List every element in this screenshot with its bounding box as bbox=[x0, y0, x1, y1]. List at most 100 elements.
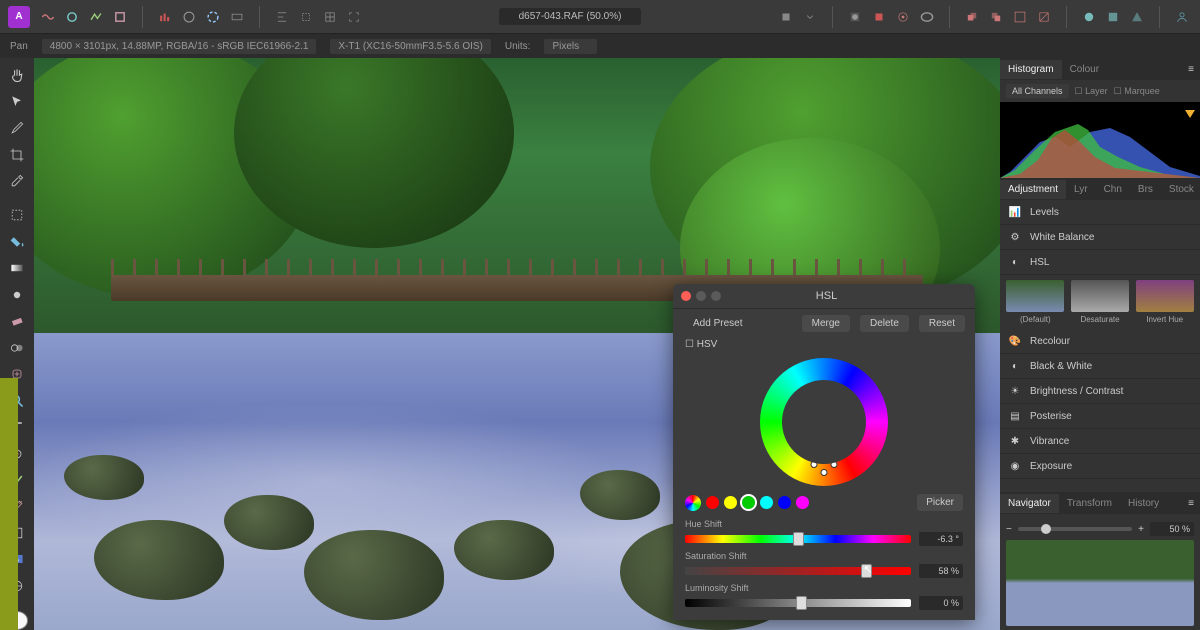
scope-icon[interactable] bbox=[179, 7, 199, 27]
tab-layers[interactable]: Lyr bbox=[1066, 180, 1096, 199]
snap-icon[interactable] bbox=[296, 7, 316, 27]
tab-history[interactable]: History bbox=[1120, 494, 1167, 513]
tab-stock[interactable]: Stock bbox=[1161, 180, 1200, 199]
flood-tool-icon[interactable] bbox=[6, 233, 28, 251]
style2-icon[interactable] bbox=[1103, 7, 1123, 27]
wheel-handle[interactable] bbox=[831, 461, 838, 468]
adjustment-hsl[interactable]: ◐HSL bbox=[1000, 250, 1200, 275]
channels-icon[interactable] bbox=[227, 7, 247, 27]
hsl-icon: ◐ bbox=[1008, 255, 1022, 269]
zoom-slider[interactable] bbox=[1018, 527, 1132, 531]
align-icon[interactable] bbox=[272, 7, 292, 27]
export-persona-icon[interactable] bbox=[110, 7, 130, 27]
dialog-titlebar[interactable]: HSL bbox=[673, 284, 975, 309]
tab-transform[interactable]: Transform bbox=[1059, 494, 1120, 513]
target-icon[interactable] bbox=[893, 7, 913, 27]
swatch-yellow[interactable] bbox=[724, 496, 737, 509]
maximize-icon[interactable] bbox=[711, 291, 721, 301]
delete-button[interactable]: Delete bbox=[860, 315, 909, 332]
tone-persona-icon[interactable] bbox=[86, 7, 106, 27]
panel-menu-icon[interactable]: ≡ bbox=[1182, 64, 1200, 75]
move-front-icon[interactable] bbox=[962, 7, 982, 27]
adjustment-white-balance[interactable]: ⚙White Balance bbox=[1000, 225, 1200, 250]
minimize-icon[interactable] bbox=[696, 291, 706, 301]
adjustment-recolour[interactable]: 🎨Recolour bbox=[1000, 329, 1200, 354]
navigator-thumbnail[interactable] bbox=[1006, 540, 1194, 626]
merge-button[interactable]: Merge bbox=[802, 315, 850, 332]
hue-value[interactable]: -6.3 ° bbox=[919, 532, 963, 546]
tab-colour[interactable]: Colour bbox=[1062, 60, 1107, 79]
grid-icon[interactable] bbox=[320, 7, 340, 27]
preset-desaturate[interactable]: Desaturate bbox=[1070, 280, 1131, 324]
stack-icon[interactable] bbox=[917, 7, 937, 27]
align-tools bbox=[272, 7, 364, 27]
move-tool-icon[interactable] bbox=[6, 92, 28, 110]
saturation-slider[interactable]: ↖ bbox=[685, 567, 911, 575]
develop-persona-icon[interactable] bbox=[38, 7, 58, 27]
marquee-checkbox[interactable]: ☐ Marquee bbox=[1114, 86, 1160, 97]
panel-menu-icon[interactable]: ≡ bbox=[1182, 498, 1200, 509]
swatch-green[interactable] bbox=[742, 496, 755, 509]
wheel-handle[interactable] bbox=[821, 469, 828, 476]
liquify-persona-icon[interactable] bbox=[62, 7, 82, 27]
eraser-tool-icon[interactable] bbox=[6, 312, 28, 330]
units-select[interactable]: Pixels bbox=[544, 39, 597, 54]
gradient-tool-icon[interactable] bbox=[6, 259, 28, 277]
dropdown-icon[interactable] bbox=[800, 7, 820, 27]
tab-histogram[interactable]: Histogram bbox=[1000, 60, 1062, 79]
tab-navigator[interactable]: Navigator bbox=[1000, 494, 1059, 513]
adjustment-levels[interactable]: 📊Levels bbox=[1000, 200, 1200, 225]
tab-adjustment[interactable]: Adjustment bbox=[1000, 180, 1066, 199]
histogram-toggle-icon[interactable] bbox=[155, 7, 175, 27]
hue-slider[interactable] bbox=[685, 535, 911, 543]
brush-tool-icon[interactable] bbox=[6, 119, 28, 137]
swatch-magenta[interactable] bbox=[796, 496, 809, 509]
preset-default[interactable]: (Default) bbox=[1005, 280, 1066, 324]
add-preset-button[interactable]: Add Preset bbox=[683, 315, 752, 332]
marquee-tool-icon[interactable] bbox=[6, 206, 28, 224]
swatch-blue[interactable] bbox=[778, 496, 791, 509]
paint-tool-icon[interactable] bbox=[6, 286, 28, 304]
saturation-value[interactable]: 58 % bbox=[919, 564, 963, 578]
adjustment-bw[interactable]: ◐Black & White bbox=[1000, 354, 1200, 379]
style3-icon[interactable] bbox=[1127, 7, 1147, 27]
move-last-icon[interactable] bbox=[1034, 7, 1054, 27]
style1-icon[interactable] bbox=[1079, 7, 1099, 27]
crop-tool-icon[interactable] bbox=[6, 145, 28, 163]
zoom-value[interactable]: 50 % bbox=[1150, 522, 1194, 536]
clone-tool-icon[interactable] bbox=[6, 339, 28, 357]
layer-checkbox[interactable]: ☐ Layer bbox=[1075, 86, 1108, 97]
account-icon[interactable] bbox=[1172, 7, 1192, 27]
adjustment-exposure[interactable]: ◉Exposure bbox=[1000, 454, 1200, 479]
colorpicker-tool-icon[interactable] bbox=[6, 172, 28, 190]
zoom-in-icon[interactable]: + bbox=[1138, 524, 1144, 535]
move-forward-icon[interactable] bbox=[986, 7, 1006, 27]
picker-button[interactable]: Picker bbox=[917, 494, 963, 511]
channels-select[interactable]: All Channels bbox=[1006, 84, 1069, 98]
reset-button[interactable]: Reset bbox=[919, 315, 965, 332]
wheel-handle[interactable] bbox=[811, 461, 818, 468]
pan-tool-icon[interactable] bbox=[6, 66, 28, 84]
crop-marks-icon[interactable] bbox=[344, 7, 364, 27]
selection-mode-icon[interactable] bbox=[776, 7, 796, 27]
master-swatch[interactable] bbox=[685, 495, 701, 511]
adjustment-vibrance[interactable]: ✱Vibrance bbox=[1000, 429, 1200, 454]
preset-invert-hue[interactable]: Invert Hue bbox=[1134, 280, 1195, 324]
quickmask-icon[interactable] bbox=[845, 7, 865, 27]
zoom-out-icon[interactable]: − bbox=[1006, 524, 1012, 535]
close-icon[interactable] bbox=[681, 291, 691, 301]
colorwheel-icon[interactable] bbox=[203, 7, 223, 27]
move-back-icon[interactable] bbox=[1010, 7, 1030, 27]
app-logo-icon[interactable]: A bbox=[8, 6, 30, 28]
swatch-red[interactable] bbox=[706, 496, 719, 509]
adjustment-brightness-contrast[interactable]: ☀Brightness / Contrast bbox=[1000, 379, 1200, 404]
luminosity-value[interactable]: 0 % bbox=[919, 596, 963, 610]
swatch-cyan[interactable] bbox=[760, 496, 773, 509]
hsv-checkbox[interactable]: ☐ HSV bbox=[673, 338, 975, 354]
luminosity-slider[interactable] bbox=[685, 599, 911, 607]
tab-channels[interactable]: Chn bbox=[1096, 180, 1130, 199]
color-wheel[interactable] bbox=[760, 358, 888, 486]
adjustment-posterise[interactable]: ▤Posterise bbox=[1000, 404, 1200, 429]
tab-brushes[interactable]: Brs bbox=[1130, 180, 1161, 199]
refine-icon[interactable] bbox=[869, 7, 889, 27]
